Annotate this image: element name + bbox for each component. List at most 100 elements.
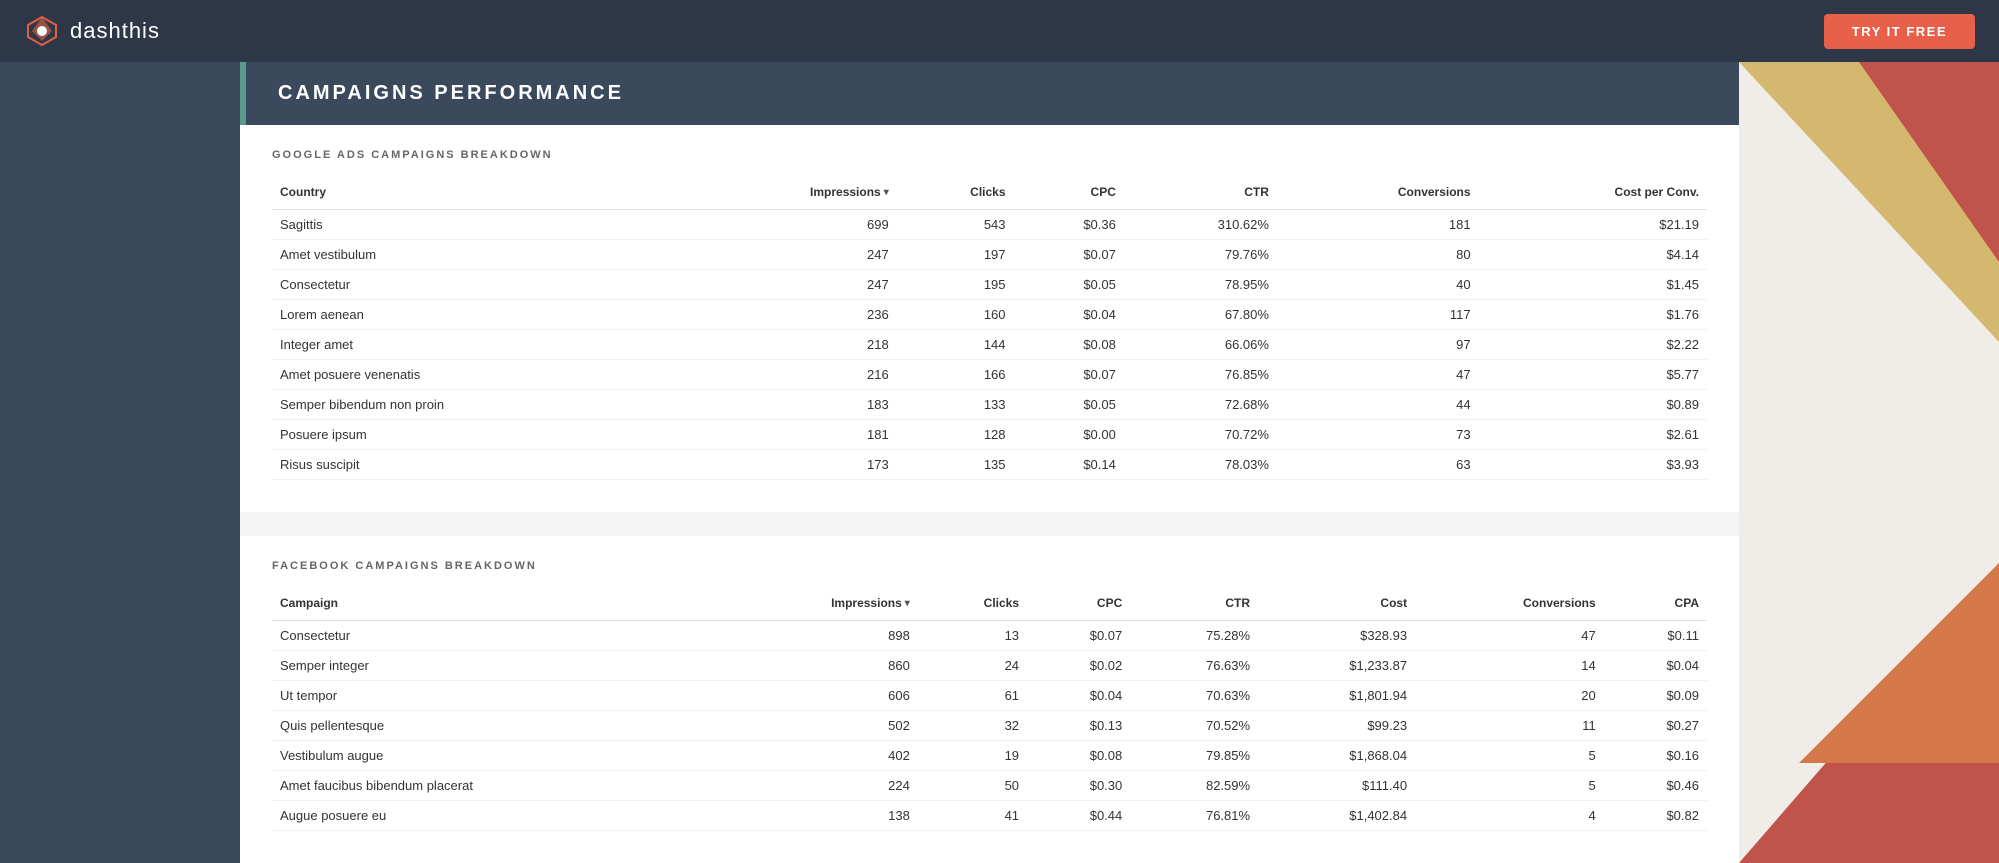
table-row: Posuere ipsum 181 128 $0.00 70.72% 73 $2… <box>272 420 1707 450</box>
cell-cost: $99.23 <box>1258 711 1415 741</box>
cell-cost-per-conv: $2.61 <box>1479 420 1707 450</box>
cell-conversions: 11 <box>1415 711 1604 741</box>
cell-campaign: Ut tempor <box>272 681 716 711</box>
cell-country: Amet posuere venenatis <box>272 360 681 390</box>
google-ads-table: Country Impressions ▾ Clicks CPC CTR Con… <box>272 177 1707 480</box>
col-conversions: Conversions <box>1277 177 1479 210</box>
col-clicks: Clicks <box>897 177 1014 210</box>
cell-clicks: 32 <box>918 711 1027 741</box>
cell-cost-per-conv: $1.45 <box>1479 270 1707 300</box>
table-row: Amet vestibulum 247 197 $0.07 79.76% 80 … <box>272 240 1707 270</box>
cell-clicks: 160 <box>897 300 1014 330</box>
cell-impressions: 218 <box>681 330 896 360</box>
cell-country: Integer amet <box>272 330 681 360</box>
cell-cpc: $0.07 <box>1027 621 1130 651</box>
cell-cost-per-conv: $1.76 <box>1479 300 1707 330</box>
cell-cpc: $0.08 <box>1014 330 1124 360</box>
table-row: Ut tempor 606 61 $0.04 70.63% $1,801.94 … <box>272 681 1707 711</box>
cell-ctr: 79.85% <box>1130 741 1258 771</box>
cell-cpc: $0.04 <box>1027 681 1130 711</box>
col-campaign: Campaign <box>272 588 716 621</box>
cell-impressions: 247 <box>681 240 896 270</box>
cell-cpa: $0.46 <box>1604 771 1707 801</box>
cell-ctr: 66.06% <box>1124 330 1277 360</box>
cell-impressions: 224 <box>716 771 917 801</box>
col-conversions: Conversions <box>1415 588 1604 621</box>
cell-impressions: 606 <box>716 681 917 711</box>
cell-ctr: 75.28% <box>1130 621 1258 651</box>
cell-conversions: 5 <box>1415 741 1604 771</box>
spacer-1 <box>240 512 1739 536</box>
facebook-section: FACEBOOK CAMPAIGNS BREAKDOWN Campaign Im… <box>240 536 1739 863</box>
col-cost: Cost <box>1258 588 1415 621</box>
col-impressions[interactable]: Impressions ▾ <box>681 177 896 210</box>
cell-ctr: 70.72% <box>1124 420 1277 450</box>
cell-clicks: 50 <box>918 771 1027 801</box>
cell-cpa: $0.09 <box>1604 681 1707 711</box>
cell-cost: $1,233.87 <box>1258 651 1415 681</box>
cell-cpc: $0.14 <box>1014 450 1124 480</box>
cell-conversions: 117 <box>1277 300 1479 330</box>
cell-campaign: Amet faucibus bibendum placerat <box>272 771 716 801</box>
col-cost-per-conv: Cost per Conv. <box>1479 177 1707 210</box>
cell-clicks: 144 <box>897 330 1014 360</box>
cell-cost-per-conv: $21.19 <box>1479 210 1707 240</box>
cell-campaign: Consectetur <box>272 621 716 651</box>
cell-cost-per-conv: $4.14 <box>1479 240 1707 270</box>
cell-cpc: $0.00 <box>1014 420 1124 450</box>
cell-country: Lorem aenean <box>272 300 681 330</box>
cell-impressions: 236 <box>681 300 896 330</box>
cell-conversions: 44 <box>1277 390 1479 420</box>
col-clicks: Clicks <box>918 588 1027 621</box>
col-cpc: CPC <box>1027 588 1130 621</box>
table-row: Risus suscipit 173 135 $0.14 78.03% 63 $… <box>272 450 1707 480</box>
cell-impressions: 402 <box>716 741 917 771</box>
cell-impressions: 183 <box>681 390 896 420</box>
cell-cpc: $0.05 <box>1014 390 1124 420</box>
cell-cost-per-conv: $3.93 <box>1479 450 1707 480</box>
logo-icon <box>24 13 60 49</box>
cell-conversions: 5 <box>1415 771 1604 801</box>
try-free-button[interactable]: TRY IT FREE <box>1824 14 1975 49</box>
cell-conversions: 181 <box>1277 210 1479 240</box>
sort-arrow: ▾ <box>884 187 889 198</box>
col-impressions[interactable]: Impressions ▾ <box>716 588 917 621</box>
cell-clicks: 166 <box>897 360 1014 390</box>
cell-cost-per-conv: $5.77 <box>1479 360 1707 390</box>
cell-cpc: $0.30 <box>1027 771 1130 801</box>
cell-ctr: 79.76% <box>1124 240 1277 270</box>
cell-impressions: 860 <box>716 651 917 681</box>
table-row: Semper integer 860 24 $0.02 76.63% $1,23… <box>272 651 1707 681</box>
cell-conversions: 40 <box>1277 270 1479 300</box>
col-cpa: CPA <box>1604 588 1707 621</box>
cell-conversions: 20 <box>1415 681 1604 711</box>
cell-conversions: 14 <box>1415 651 1604 681</box>
facebook-table-header-row: Campaign Impressions ▾ Clicks CPC CTR Co… <box>272 588 1707 621</box>
col-country: Country <box>272 177 681 210</box>
cell-clicks: 133 <box>897 390 1014 420</box>
cell-cost: $328.93 <box>1258 621 1415 651</box>
main-layout: CAMPAIGNS PERFORMANCE GOOGLE ADS CAMPAIG… <box>0 62 1999 863</box>
cell-cpc: $0.08 <box>1027 741 1130 771</box>
cell-clicks: 128 <box>897 420 1014 450</box>
cell-country: Sagittis <box>272 210 681 240</box>
cell-impressions: 181 <box>681 420 896 450</box>
cell-cost: $1,868.04 <box>1258 741 1415 771</box>
cell-impressions: 898 <box>716 621 917 651</box>
cell-clicks: 135 <box>897 450 1014 480</box>
table-row: Semper bibendum non proin 183 133 $0.05 … <box>272 390 1707 420</box>
cell-impressions: 502 <box>716 711 917 741</box>
table-row: Integer amet 218 144 $0.08 66.06% 97 $2.… <box>272 330 1707 360</box>
cell-clicks: 19 <box>918 741 1027 771</box>
cell-campaign: Vestibulum augue <box>272 741 716 771</box>
cell-country: Semper bibendum non proin <box>272 390 681 420</box>
cell-cpc: $0.05 <box>1014 270 1124 300</box>
cell-impressions: 699 <box>681 210 896 240</box>
facebook-ads-table: Campaign Impressions ▾ Clicks CPC CTR Co… <box>272 588 1707 831</box>
cell-impressions: 216 <box>681 360 896 390</box>
deco-orange <box>1799 563 1999 763</box>
table-row: Vestibulum augue 402 19 $0.08 79.85% $1,… <box>272 741 1707 771</box>
cell-impressions: 173 <box>681 450 896 480</box>
cell-clicks: 24 <box>918 651 1027 681</box>
cell-cpa: $0.04 <box>1604 651 1707 681</box>
